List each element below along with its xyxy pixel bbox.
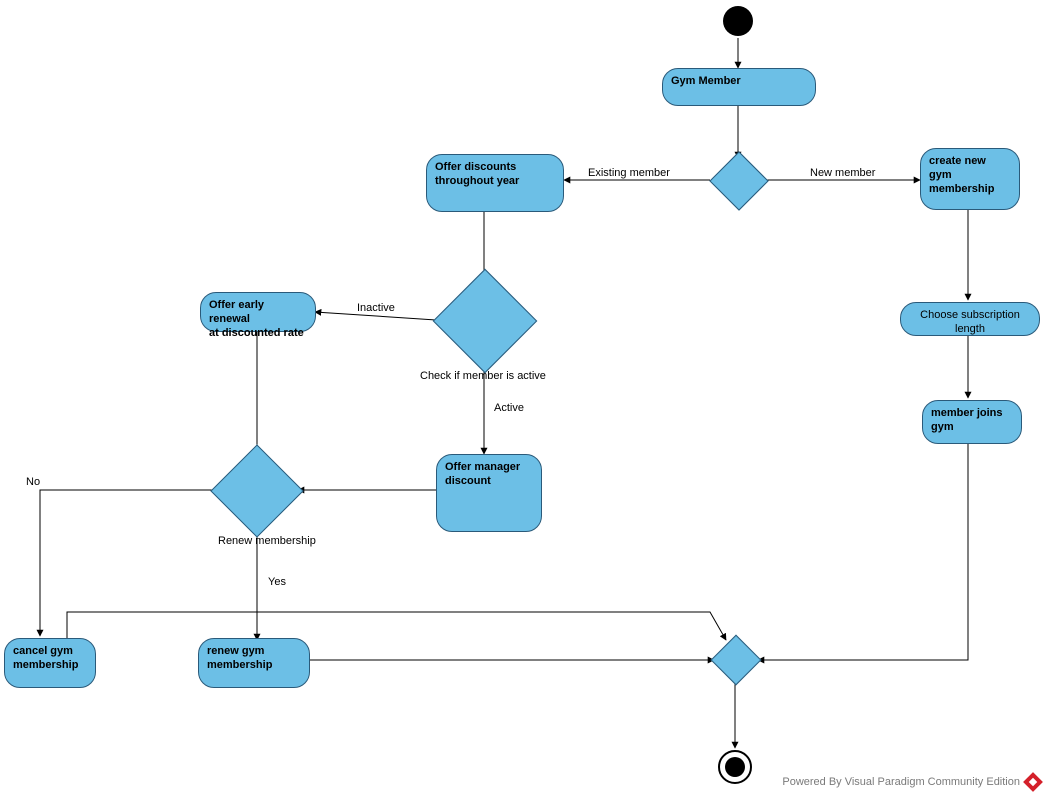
node-label-line: at discounted rate (209, 327, 307, 341)
node-label-line: member joins (931, 407, 1013, 421)
node-cancel-membership: cancel gym membership (4, 638, 96, 688)
edge-label-existing-member: Existing member (588, 167, 670, 179)
node-label-line: cancel gym (13, 645, 87, 659)
node-manager-discount: Offer manager discount (436, 454, 542, 532)
visual-paradigm-icon (1023, 772, 1043, 792)
footer-attribution: Powered By Visual Paradigm Community Edi… (782, 775, 1040, 789)
edge-label-inactive: Inactive (357, 302, 395, 314)
node-label: Choose subscription length (909, 309, 1031, 337)
node-label-line: discount (445, 475, 533, 489)
edge-label-new-member: New member (810, 167, 875, 179)
node-label-line: gym (929, 169, 1011, 183)
decision-check-active (433, 269, 538, 374)
node-renew-membership: renew gym membership (198, 638, 310, 688)
node-label-line: Offer manager (445, 461, 533, 475)
edge-label-yes: Yes (268, 576, 286, 588)
node-label-line: gym (931, 421, 1013, 435)
edge-label-check-active: Check if member is active (420, 370, 546, 382)
decision-renew-membership (210, 444, 303, 537)
node-label: Gym Member (671, 75, 807, 89)
merge-node (711, 635, 762, 686)
edge-label-renew-membership: Renew membership (218, 535, 316, 547)
node-choose-subscription: Choose subscription length (900, 302, 1040, 336)
node-gym-member: Gym Member (662, 68, 816, 106)
node-create-new-membership: create new gym membership (920, 148, 1020, 210)
node-early-renewal: Offer early renewal at discounted rate (200, 292, 316, 332)
edges-layer (0, 0, 1048, 795)
node-label-line: membership (13, 659, 87, 673)
node-label-line: Offer discounts (435, 161, 555, 175)
node-label-line: renew gym (207, 645, 301, 659)
node-label-line: membership (929, 183, 1011, 197)
end-node (718, 750, 752, 784)
node-label-line: membership (207, 659, 301, 673)
start-node (723, 6, 753, 36)
edge-label-no: No (26, 476, 40, 488)
node-member-joins: member joins gym (922, 400, 1022, 444)
node-label-line: throughout year (435, 175, 555, 189)
node-label-line: Offer early renewal (209, 299, 307, 327)
footer-text: Powered By Visual Paradigm Community Edi… (782, 776, 1020, 788)
edge-label-active: Active (494, 402, 524, 414)
decision-member-type (709, 151, 768, 210)
node-label-line: create new (929, 155, 1011, 169)
node-offer-discounts: Offer discounts throughout year (426, 154, 564, 212)
